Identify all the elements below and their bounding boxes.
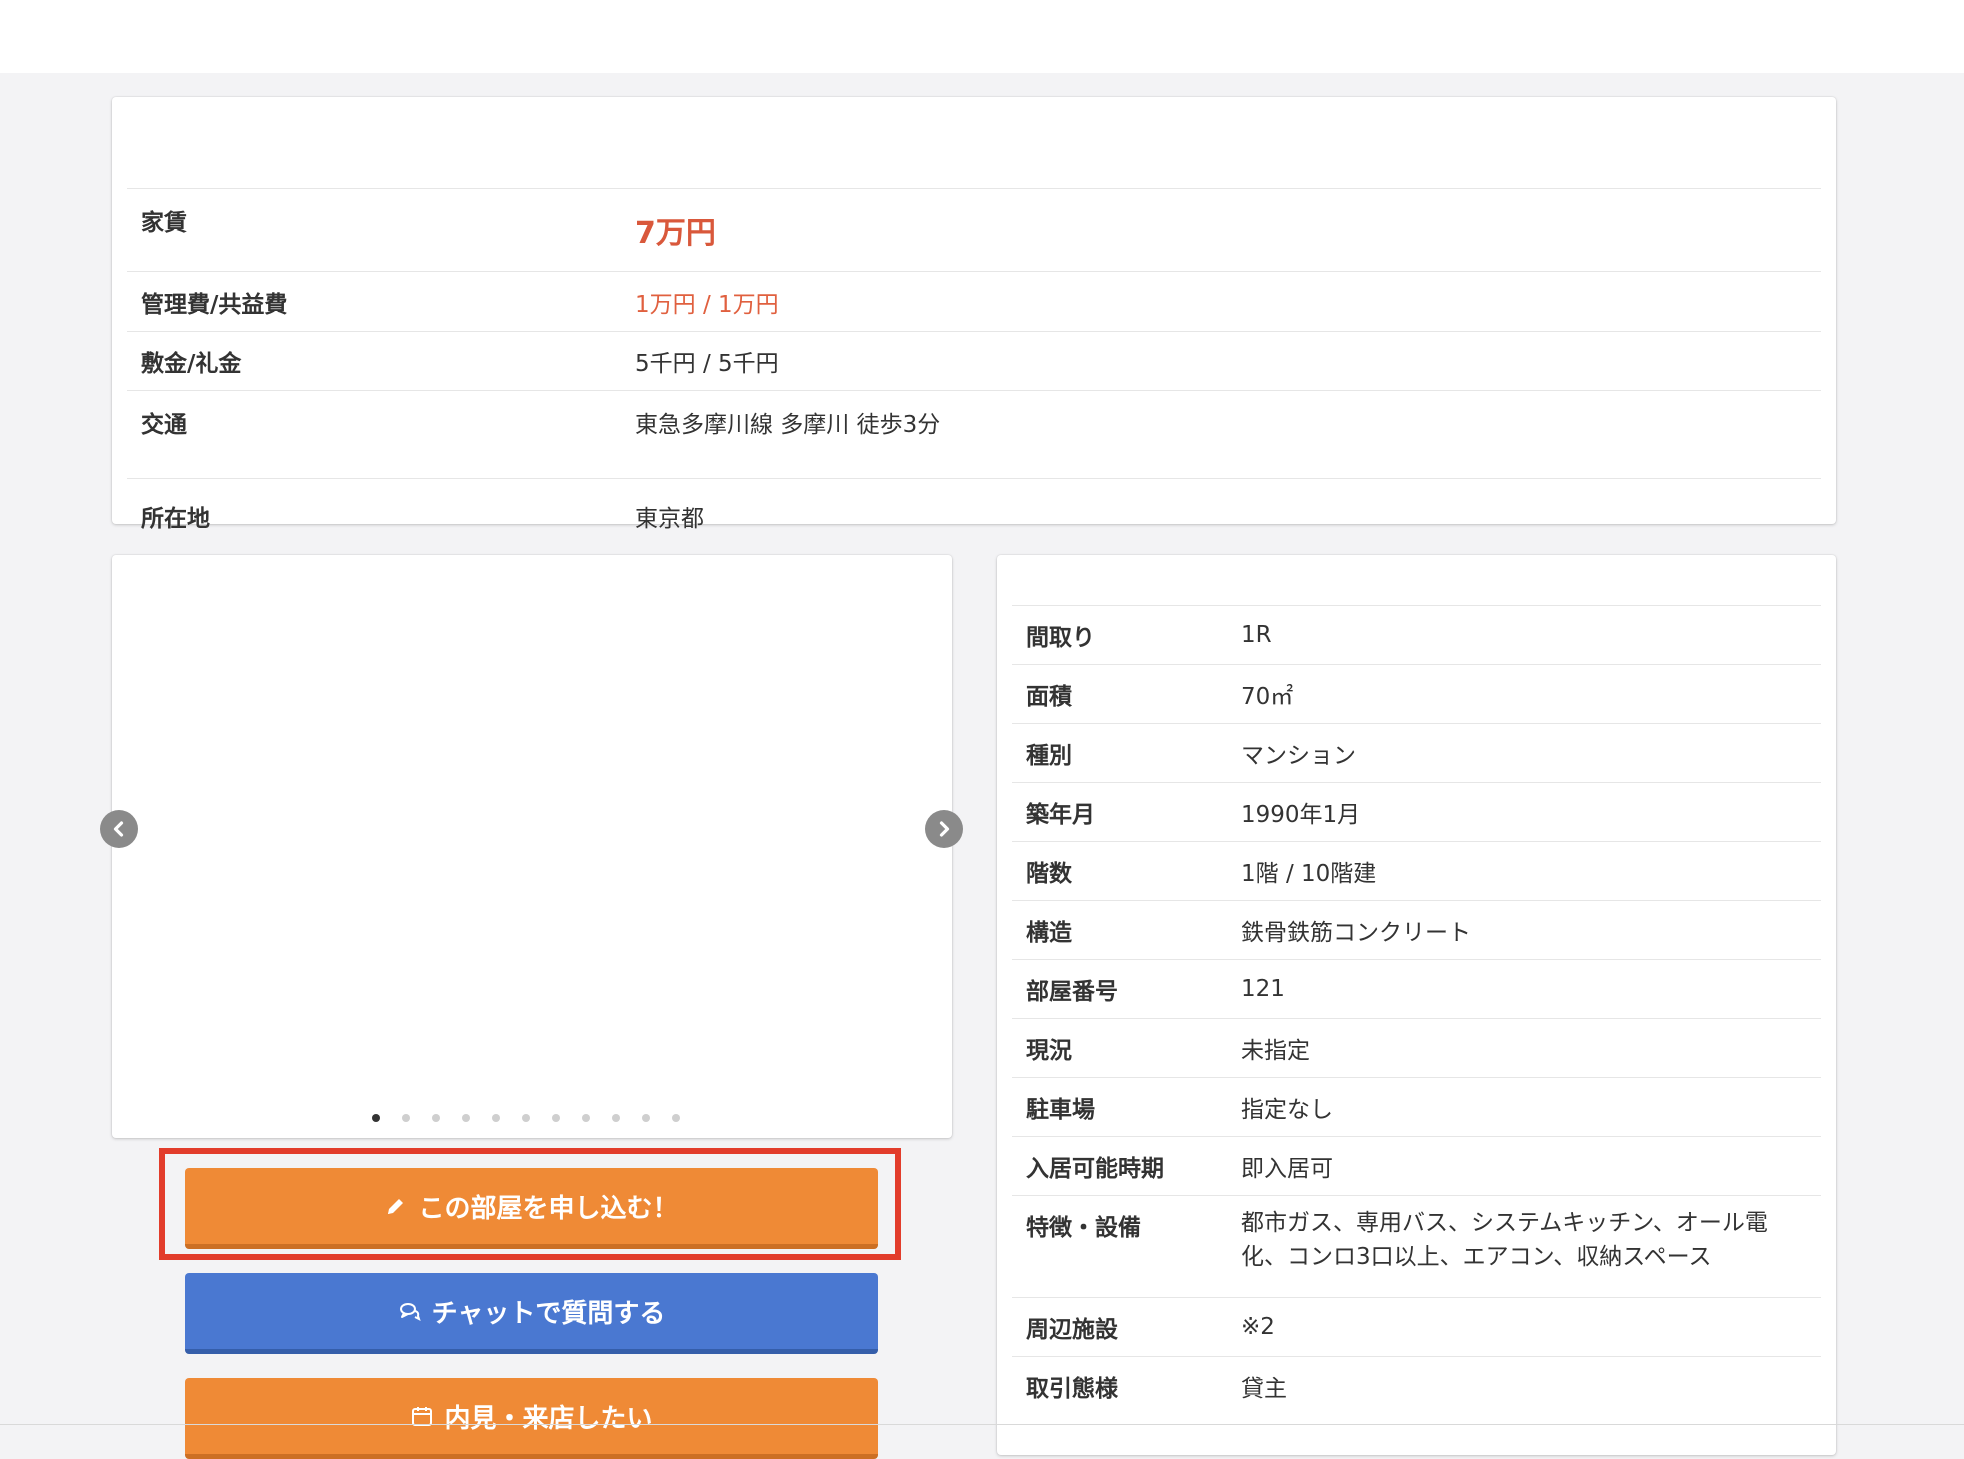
move-in-label: 入居可能時期 xyxy=(1012,1136,1227,1196)
carousel-dot[interactable] xyxy=(432,1114,440,1122)
status-label: 現況 xyxy=(1012,1018,1227,1078)
structure-label: 構造 xyxy=(1012,900,1227,960)
table-row: 間取り 1R xyxy=(1012,605,1821,665)
table-row: 周辺施設 ※2 xyxy=(1012,1297,1821,1357)
table-row: 敷金/礼金 5千円 / 5千円 xyxy=(127,331,1821,391)
type-value: マンション xyxy=(1227,723,1821,783)
table-row: 所在地 東京都 xyxy=(127,478,1821,553)
price-summary-table: 家賃 7万円 管理費/共益費 1万円 / 1万円 敷金/礼金 5千円 / 5千円… xyxy=(127,188,1821,553)
chevron-left-icon xyxy=(113,821,124,837)
table-row: 家賃 7万円 xyxy=(127,188,1821,272)
built-date-value: 1990年1月 xyxy=(1227,782,1821,842)
parking-value: 指定なし xyxy=(1227,1077,1821,1137)
structure-value: 鉄骨鉄筋コンクリート xyxy=(1227,900,1821,960)
layout-value: 1R xyxy=(1227,605,1821,665)
layout-label: 間取り xyxy=(1012,605,1227,665)
site-header xyxy=(0,0,1964,73)
chevron-right-icon xyxy=(939,821,950,837)
property-specs-table: 間取り 1R 面積 70㎡ 種別 マンション 築年月 1990年1月 階数 1階… xyxy=(1012,605,1821,1415)
address-value: 東京都 xyxy=(621,478,1821,553)
carousel-dot[interactable] xyxy=(582,1114,590,1122)
transaction-type-label: 取引態様 xyxy=(1012,1356,1227,1415)
built-date-label: 築年月 xyxy=(1012,782,1227,842)
table-row: 現況 未指定 xyxy=(1012,1018,1821,1078)
visit-button-label: 内見・来店したい xyxy=(444,1403,653,1434)
table-row: 面積 70㎡ xyxy=(1012,664,1821,724)
property-specs-card: 間取り 1R 面積 70㎡ 種別 マンション 築年月 1990年1月 階数 1階… xyxy=(997,555,1836,1455)
carousel-indicators xyxy=(372,1114,680,1122)
access-value: 東急多摩川線 多摩川 徒歩3分 xyxy=(621,390,1821,479)
nearby-facilities-label: 周辺施設 xyxy=(1012,1297,1227,1357)
carousel-dot[interactable] xyxy=(672,1114,680,1122)
carousel-prev-button[interactable] xyxy=(100,810,138,848)
bottom-divider xyxy=(0,1424,1964,1425)
chat-bubbles-icon xyxy=(399,1303,421,1321)
rent-value: 7万円 xyxy=(621,188,1821,272)
table-row: 交通 東急多摩川線 多摩川 徒歩3分 xyxy=(127,390,1821,479)
room-number-label: 部屋番号 xyxy=(1012,959,1227,1019)
visit-button[interactable]: 内見・来店したい xyxy=(185,1378,878,1459)
features-value: 都市ガス、専用バス、システムキッチン、オール電化、コンロ3口以上、エアコン、収納… xyxy=(1227,1195,1821,1298)
table-row: 特徴・設備 都市ガス、専用バス、システムキッチン、オール電化、コンロ3口以上、エ… xyxy=(1012,1195,1821,1298)
room-number-value: 121 xyxy=(1227,959,1821,1019)
area-label: 面積 xyxy=(1012,664,1227,724)
carousel-next-button[interactable] xyxy=(925,810,963,848)
deposit-label: 敷金/礼金 xyxy=(127,331,621,391)
status-value: 未指定 xyxy=(1227,1018,1821,1078)
parking-label: 駐車場 xyxy=(1012,1077,1227,1137)
table-row: 種別 マンション xyxy=(1012,723,1821,783)
carousel-dot[interactable] xyxy=(642,1114,650,1122)
area-value: 70㎡ xyxy=(1227,664,1821,724)
table-row: 駐車場 指定なし xyxy=(1012,1077,1821,1137)
carousel-dot[interactable] xyxy=(372,1114,380,1122)
carousel-dot[interactable] xyxy=(462,1114,470,1122)
transaction-type-value: 貸主 xyxy=(1227,1356,1821,1415)
table-row: 構造 鉄骨鉄筋コンクリート xyxy=(1012,900,1821,960)
table-row: 部屋番号 121 xyxy=(1012,959,1821,1019)
chat-button-label: チャットで質問する xyxy=(431,1298,666,1329)
apply-button-label: この部屋を申し込む！ xyxy=(418,1193,679,1224)
carousel-dot[interactable] xyxy=(612,1114,620,1122)
apply-button[interactable]: この部屋を申し込む！ xyxy=(185,1168,878,1249)
table-row: 管理費/共益費 1万円 / 1万円 xyxy=(127,271,1821,332)
floor-value: 1階 / 10階建 xyxy=(1227,841,1821,901)
carousel-dot[interactable] xyxy=(402,1114,410,1122)
photo-carousel xyxy=(112,555,952,1138)
table-row: 築年月 1990年1月 xyxy=(1012,782,1821,842)
management-fee-label: 管理費/共益費 xyxy=(127,271,621,332)
access-label: 交通 xyxy=(127,390,621,479)
carousel-dot[interactable] xyxy=(492,1114,500,1122)
carousel-dot[interactable] xyxy=(552,1114,560,1122)
table-row: 階数 1階 / 10階建 xyxy=(1012,841,1821,901)
table-row: 取引態様 貸主 xyxy=(1012,1356,1821,1415)
nearby-facilities-value: ※2 xyxy=(1227,1297,1821,1357)
type-label: 種別 xyxy=(1012,723,1227,783)
rent-label: 家賃 xyxy=(127,188,621,272)
carousel-dot[interactable] xyxy=(522,1114,530,1122)
features-label: 特徴・設備 xyxy=(1012,1195,1227,1298)
chat-button[interactable]: チャットで質問する xyxy=(185,1273,878,1354)
pencil-icon xyxy=(388,1199,404,1214)
price-summary-card: 家賃 7万円 管理費/共益費 1万円 / 1万円 敷金/礼金 5千円 / 5千円… xyxy=(112,97,1836,553)
table-row: 入居可能時期 即入居可 xyxy=(1012,1136,1821,1196)
address-label: 所在地 xyxy=(127,478,621,553)
move-in-value: 即入居可 xyxy=(1227,1136,1821,1196)
management-fee-value: 1万円 / 1万円 xyxy=(621,271,1821,332)
deposit-value: 5千円 / 5千円 xyxy=(621,331,1821,391)
floor-label: 階数 xyxy=(1012,841,1227,901)
